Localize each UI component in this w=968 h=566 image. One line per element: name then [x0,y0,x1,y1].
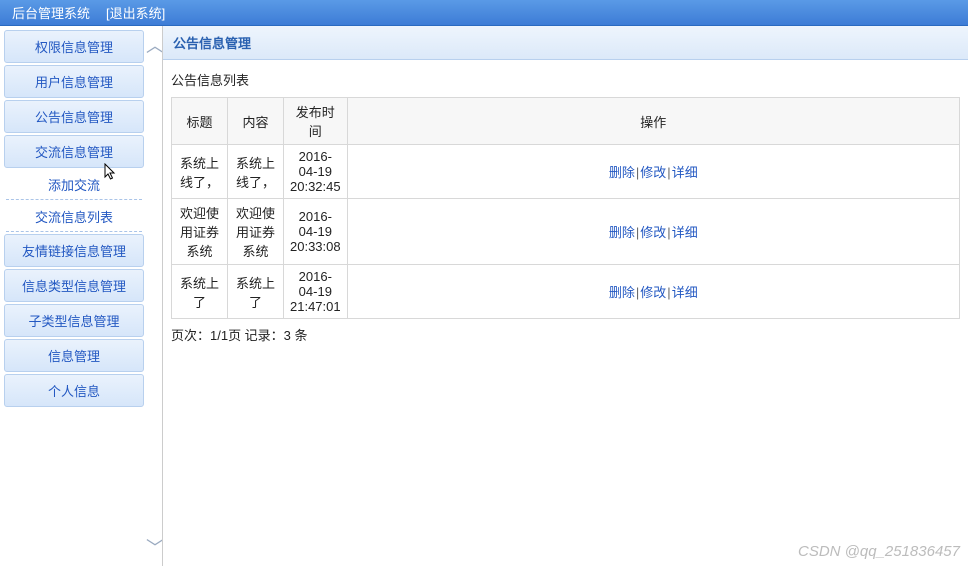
detail-link[interactable]: 详细 [672,285,698,300]
table-row: 系统上线了， 系统上线了， 2016-04-19 20:32:45 删除|修改|… [172,145,960,199]
app-title: 后台管理系统 [12,3,90,22]
cell-time: 2016-04-19 20:32:45 [284,145,348,199]
col-time: 发布时间 [284,98,348,145]
cell-actions: 删除|修改|详细 [347,199,959,265]
edit-link[interactable]: 修改 [640,165,666,180]
delete-link[interactable]: 删除 [609,225,635,240]
edit-link[interactable]: 修改 [640,225,666,240]
sidebar-item-users[interactable]: 用户信息管理 [4,65,144,98]
layout: 权限信息管理 用户信息管理 公告信息管理 交流信息管理 添加交流 交流信息列表 … [0,26,968,566]
cell-title: 系统上了 [172,265,228,319]
sidebar-item-info[interactable]: 信息管理 [4,339,144,372]
header-bar: 后台管理系统 [退出系统] [0,0,968,26]
cell-title: 欢迎使用证券系统 [172,199,228,265]
sidebar-item-subtype[interactable]: 子类型信息管理 [4,304,144,337]
sidebar-divider: ︿ ﹀ [148,26,162,566]
sidebar-item-announcements[interactable]: 公告信息管理 [4,100,144,133]
logout-link[interactable]: [退出系统] [106,3,165,22]
cell-actions: 删除|修改|详细 [347,265,959,319]
delete-link[interactable]: 删除 [609,165,635,180]
watermark: CSDN @qq_251836457 [798,543,960,560]
cell-time: 2016-04-19 21:47:01 [284,265,348,319]
data-table: 标题 内容 发布时间 操作 系统上线了， 系统上线了， 2016-04-19 2… [171,97,960,319]
pager-text: 页次：1/1页 记录：3 条 [171,325,960,344]
sidebar-sub-add-comm[interactable]: 添加交流 [6,170,142,200]
sidebar-item-personal[interactable]: 个人信息 [4,374,144,407]
cell-time: 2016-04-19 20:33:08 [284,199,348,265]
sidebar-sub-comm-list[interactable]: 交流信息列表 [6,202,142,232]
col-action: 操作 [347,98,959,145]
detail-link[interactable]: 详细 [672,225,698,240]
list-title: 公告信息列表 [171,70,960,89]
cell-actions: 删除|修改|详细 [347,145,959,199]
col-content: 内容 [228,98,284,145]
sidebar-item-infotype[interactable]: 信息类型信息管理 [4,269,144,302]
table-row: 欢迎使用证券系统 欢迎使用证券系统 2016-04-19 20:33:08 删除… [172,199,960,265]
main-panel: 公告信息管理 公告信息列表 标题 内容 发布时间 操作 系统上线了， 系统上线了… [162,26,968,566]
panel-content: 公告信息列表 标题 内容 发布时间 操作 系统上线了， 系统上线了， 2016-… [163,60,968,352]
edit-link[interactable]: 修改 [640,285,666,300]
table-row: 系统上了 系统上了 2016-04-19 21:47:01 删除|修改|详细 [172,265,960,319]
sidebar-item-links[interactable]: 友情链接信息管理 [4,234,144,267]
panel-title: 公告信息管理 [163,26,968,60]
cell-content: 欢迎使用证券系统 [228,199,284,265]
sidebar: 权限信息管理 用户信息管理 公告信息管理 交流信息管理 添加交流 交流信息列表 … [0,26,148,566]
cell-content: 系统上了 [228,265,284,319]
detail-link[interactable]: 详细 [672,165,698,180]
cell-title: 系统上线了， [172,145,228,199]
cell-content: 系统上线了， [228,145,284,199]
sidebar-item-communication[interactable]: 交流信息管理 [4,135,144,168]
sidebar-item-permissions[interactable]: 权限信息管理 [4,30,144,63]
col-title: 标题 [172,98,228,145]
delete-link[interactable]: 删除 [609,285,635,300]
table-header-row: 标题 内容 发布时间 操作 [172,98,960,145]
